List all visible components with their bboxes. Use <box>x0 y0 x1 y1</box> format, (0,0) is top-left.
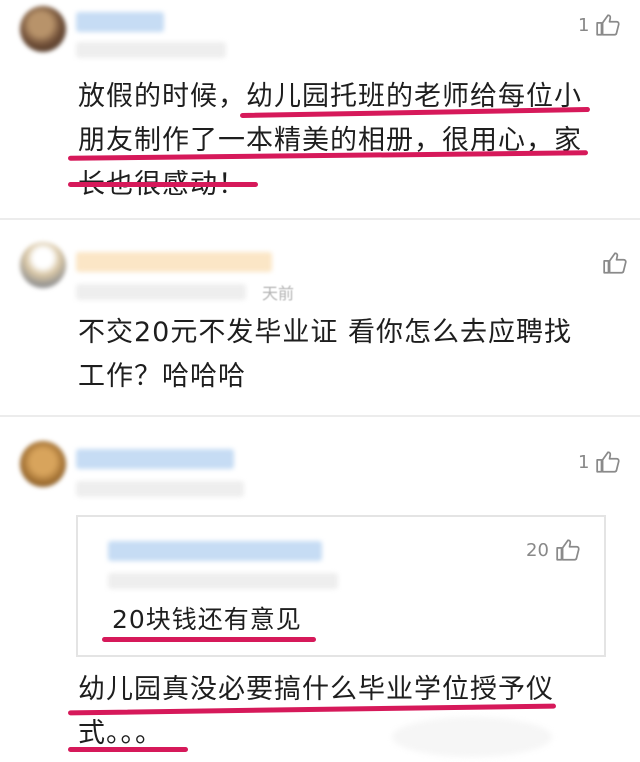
username-blurred[interactable] <box>76 252 272 272</box>
like-button[interactable] <box>596 250 628 276</box>
comment-2: 天前 不交20元不发毕业证 看你怎么去应聘找 工作？哈哈哈 <box>0 220 640 416</box>
quoted-like-count: 20 <box>526 539 549 561</box>
like-count: 1 <box>578 451 590 473</box>
comment-text-line: 不交20元不发毕业证 看你怎么去应聘找 <box>78 317 572 348</box>
highlight-underline <box>102 637 316 642</box>
comment-text-line: 工作？哈哈哈 <box>78 361 246 392</box>
avatar[interactable] <box>20 441 66 487</box>
thumbs-up-icon <box>596 451 621 473</box>
highlight-underline <box>68 747 188 752</box>
highlight-underline <box>68 182 258 187</box>
avatar[interactable] <box>20 6 66 52</box>
username-blurred[interactable] <box>76 449 234 469</box>
like-button[interactable]: 1 <box>578 449 621 475</box>
quoted-meta-blurred <box>108 573 338 589</box>
avatar[interactable] <box>20 242 66 288</box>
quoted-reply[interactable]: 20 20块钱还有意见 <box>76 515 606 657</box>
comment-time: 天前 <box>262 284 295 303</box>
comment-1: 1 放假的时候，幼儿园托班的老师给每位小 朋友制作了一本精美的相册，很用心，家 … <box>0 0 640 220</box>
meta-blurred <box>76 42 226 58</box>
thumbs-up-icon <box>596 14 621 36</box>
comment-3: 1 20 20块钱还有意见 幼儿园真没必要搞什么毕业学位授予仪 式。。。 <box>0 417 640 762</box>
thumbs-up-icon <box>556 539 580 561</box>
meta-blurred <box>76 481 244 497</box>
username-blurred[interactable] <box>76 12 164 32</box>
like-count: 1 <box>578 14 590 36</box>
meta-blurred <box>76 284 246 300</box>
thumbs-up-icon <box>603 252 627 274</box>
watermark-blurred <box>392 717 552 757</box>
quoted-like-button[interactable]: 20 <box>526 537 581 563</box>
quoted-username-blurred <box>108 541 322 561</box>
like-button[interactable]: 1 <box>578 12 621 38</box>
